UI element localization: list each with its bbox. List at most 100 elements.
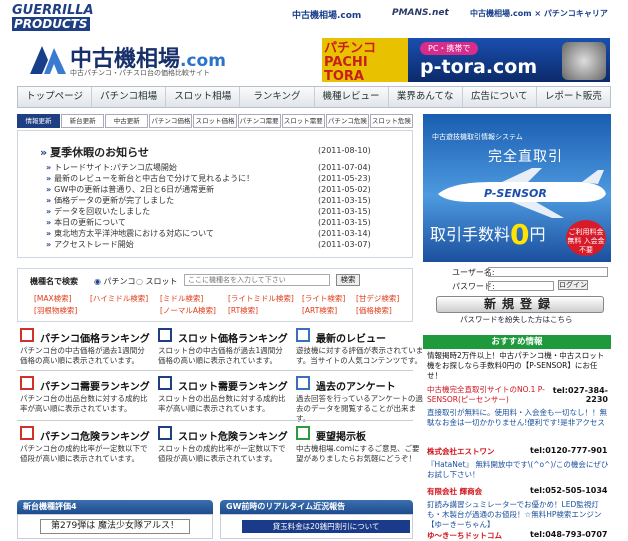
tab-used[interactable]: 中古更新 <box>105 114 149 128</box>
recommend-p1[interactable]: 情報掲時2万件以上！中古パチンコ機・中古スロット機をお探しなら手数料0円の【P-… <box>427 351 609 381</box>
search-tag[interactable]: [ART検索] <box>302 305 337 316</box>
category-desc: スロット台の出品台数に対する成約比率が高い順に表示されています。 <box>158 394 286 413</box>
logo-line2: PRODUCTS <box>12 17 90 31</box>
news-item-date: (2011-05-02) <box>318 185 371 194</box>
news-item-text: データを回収いたしました <box>54 207 151 216</box>
toplink-chukoki[interactable]: 中古機相場.com <box>292 8 361 21</box>
nav-top[interactable]: トップページ <box>18 87 93 107</box>
news-item[interactable]: » アクセストレード開始 <box>46 239 134 250</box>
recommend-p8-name[interactable]: ゆ～きーちドットコム <box>427 530 502 541</box>
tab-slot-demand[interactable]: スロット需要 <box>281 114 325 128</box>
search-tag[interactable]: [価格検索] <box>356 305 392 316</box>
category-title[interactable]: パチンコ価格ランキング <box>40 330 150 345</box>
bullet-icon: » <box>46 174 52 183</box>
password-input[interactable] <box>488 281 554 291</box>
recommend-p5[interactable]: 『HataNet』 無料開放中です\(^o^)/この機会にぜひお試し下さい！ <box>427 460 609 480</box>
radio-pachinko[interactable]: ◉ パチンコ <box>94 276 136 287</box>
news-headline[interactable]: » 夏季休暇のお知らせ <box>40 144 149 160</box>
recommend-p6-tel: tel:052-505-1034 <box>530 486 608 495</box>
username-input[interactable] <box>488 267 608 277</box>
recommend-p6-name[interactable]: 有限会社 輝商会 <box>427 486 482 497</box>
category-title[interactable]: スロット需要ランキング <box>178 378 288 393</box>
news-item[interactable]: » 東北地方太平洋沖地震における対応について <box>46 228 214 239</box>
search-tag[interactable]: [ハイミドル検索] <box>90 293 148 304</box>
recommend-p4-name[interactable]: 株式会社エストワン <box>427 446 495 457</box>
divider <box>17 370 413 371</box>
news-item[interactable]: » 価格データの更新が完了しました <box>46 195 174 206</box>
news-item-text: 本日の更新について <box>54 218 126 227</box>
news-item-text: 価格データの更新が完了しました <box>54 196 175 205</box>
nav-antenna[interactable]: 業界あんてな <box>389 87 463 107</box>
nav-slot[interactable]: スロット相場 <box>166 87 241 107</box>
search-input[interactable] <box>184 274 330 286</box>
search-button[interactable]: 検索 <box>336 274 360 286</box>
news-item[interactable]: » 最新のレビューを新台と中古台で分けて見れるように！ <box>46 173 254 184</box>
login-button[interactable]: ログイン <box>558 280 588 290</box>
register-button[interactable]: 新規登録 <box>436 296 604 313</box>
search-tag[interactable]: [ミドル検索] <box>160 293 203 304</box>
site-logo-icon[interactable] <box>30 44 66 74</box>
section-new-machine-review: 新台機種評価4 <box>17 500 213 514</box>
tab-pachinko-price[interactable]: パチンコ価格 <box>149 114 193 128</box>
tab-slot-price[interactable]: スロット価格 <box>193 114 237 128</box>
tab-new[interactable]: 新台更新 <box>61 114 105 128</box>
vote-box[interactable]: 第279弾は 魔法少女隊アルス！ <box>40 519 190 534</box>
search-tag[interactable]: [甘デジ検索] <box>356 293 399 304</box>
news-item-text: トレードサイト:パチンコ広場開始 <box>54 163 177 172</box>
trend-icon <box>158 376 172 390</box>
recommend-p4-tel: tel:0120-777-901 <box>530 446 608 455</box>
category-title[interactable]: スロット危険ランキング <box>178 428 288 443</box>
news-headline-text: 夏季休暇のお知らせ <box>50 146 149 159</box>
category-title[interactable]: スロット価格ランキング <box>178 330 288 345</box>
radio-slot[interactable]: ○ スロット <box>136 276 178 287</box>
recommend-p7[interactable]: 釘読み講習シュミレーターでお優かめ！LED監視灯も・木製台が過通のお値段！☆無料… <box>427 500 609 530</box>
forgot-password-link[interactable]: パスワードを紛失した方はこちら <box>460 314 573 325</box>
nav-report[interactable]: レポート販売 <box>537 87 610 107</box>
bullet-icon: » <box>46 240 52 249</box>
tab-pachinko-risk[interactable]: パチンコ危険 <box>325 114 369 128</box>
news-item[interactable]: » トレードサイト:パチンコ広場開始 <box>46 162 177 173</box>
category-desc: 中古機相場.comにするご意見、ご要望がありましたらお気軽にどうぞ！ <box>296 444 420 463</box>
search-label: 機種名で検索 <box>30 277 78 286</box>
news-item[interactable]: » GW中の更新は普通り、2日と6日が通常更新 <box>46 184 214 195</box>
category-desc: 遊技機に対する評価が表示されています。当サイトの人気コンテンツです。 <box>296 346 424 365</box>
divider <box>17 420 413 421</box>
search-tag[interactable]: [羽根物検索] <box>34 305 77 316</box>
category-desc: スロット台の成約比率が一定数以下で値段が高い順に表示されています。 <box>158 444 286 463</box>
category-title[interactable]: 要望掲示板 <box>316 428 366 443</box>
recommend-p3[interactable]: 直接取引が無料に。使用料・入会金も一切なし！！無駄なお金は一切かかりません!便利… <box>427 408 609 428</box>
nav-pachinko[interactable]: パチンコ相場 <box>92 87 167 107</box>
search-tag[interactable]: [ノーマルA検索] <box>160 305 216 316</box>
search-tag[interactable]: [ライト検索] <box>302 293 345 304</box>
category-title[interactable]: 最新のレビュー <box>316 330 386 345</box>
airplane-icon: P-SENSOR <box>438 168 606 218</box>
news-item[interactable]: » 本日の更新について <box>46 217 126 228</box>
category-title[interactable]: パチンコ需要ランキング <box>40 378 150 393</box>
realtime-item[interactable]: 貸玉料金は20銭円割引について <box>242 520 410 533</box>
bullet-icon: » <box>46 163 52 172</box>
search-tag[interactable]: [RT検索] <box>228 305 258 316</box>
news-item-text: 東北地方太平洋沖地震における対応について <box>54 229 214 238</box>
toplink-career[interactable]: 中古機相場.com × パチンコキャリア <box>470 8 608 19</box>
news-item-date: (2011-03-15) <box>318 207 371 216</box>
news-item-date: (2011-03-07) <box>318 240 371 249</box>
nav-ads[interactable]: 広告について <box>463 87 537 107</box>
nav-ranking[interactable]: ランキング <box>240 87 315 107</box>
toplink-pmans[interactable]: PMANS.net <box>392 8 449 18</box>
news-item-text: 最新のレビューを新台と中古台で分けて見れるように！ <box>54 174 255 183</box>
banner-url: p-tora.com <box>420 56 538 78</box>
tab-slot-risk[interactable]: スロット危険 <box>369 114 413 128</box>
search-tag[interactable]: [ライトミドル検索] <box>228 293 294 304</box>
guerrilla-products-logo[interactable]: GUERRILLA PRODUCTS <box>12 4 94 32</box>
recommend-p2-name[interactable]: 中古機完全直取引サイトのNO.1 P-SENSOR(ピーセンサー) <box>427 385 547 405</box>
banner-left: パチンコ PACHI TORA <box>322 38 408 82</box>
tab-info[interactable]: 情報更新 <box>17 114 61 128</box>
nav-review[interactable]: 機種レビュー <box>315 87 389 107</box>
search-tag[interactable]: [MAX検索] <box>34 293 72 304</box>
category-title[interactable]: 過去のアンケート <box>316 378 396 393</box>
news-item[interactable]: » データを回収いたしました <box>46 206 150 217</box>
news-headline-date: (2011-08-10) <box>318 146 371 155</box>
recommend-p2-tel: tel:027-384-2230 <box>552 386 608 404</box>
category-title[interactable]: パチンコ危険ランキング <box>40 428 150 443</box>
tab-pachinko-demand[interactable]: パチンコ需要 <box>237 114 281 128</box>
